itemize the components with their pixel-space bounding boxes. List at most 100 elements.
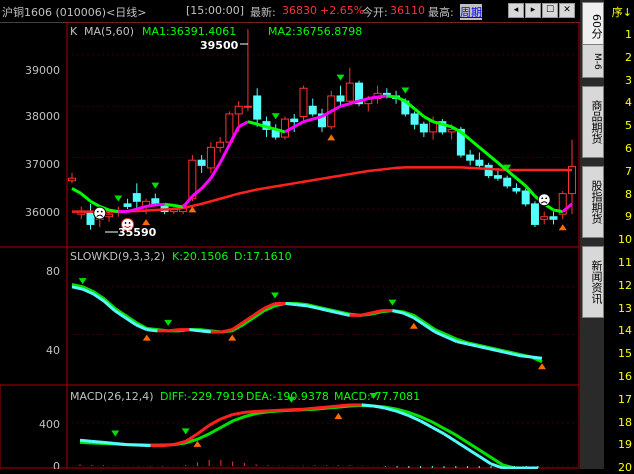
ma-short-segment (377, 94, 387, 99)
sequence-number: 7 (625, 164, 632, 178)
period-link[interactable]: 周期 (460, 4, 482, 20)
sequence-number: 3 (625, 73, 632, 87)
title-bar: 沪铜1606 (010006)<日线> [15:00:00] 最新: 36830… (0, 0, 580, 23)
open-label: 今开: (362, 6, 388, 19)
price-header-k: K (70, 25, 78, 38)
kd-sell-arrow-icon (270, 292, 279, 299)
macd-lines (79, 393, 538, 469)
macd-diff-segment (314, 405, 327, 410)
macd-diff-segment (267, 408, 280, 413)
sequence-number: 9 (625, 210, 632, 224)
ma-short-segment (200, 177, 213, 190)
kd-sell-arrow-icon (78, 278, 87, 285)
sequence-number: 19 (618, 438, 632, 452)
sell-arrow-icon (114, 195, 123, 202)
candle-body (290, 118, 299, 123)
macd-dea-line (79, 403, 538, 469)
quote-time: [15:00:00] (186, 4, 244, 17)
tab-60min[interactable]: 60分 (582, 2, 604, 50)
ma-short-segment (303, 117, 314, 124)
macd-diff-segment (361, 403, 374, 408)
candlestick-series (68, 29, 576, 230)
kd-k-segment (146, 328, 158, 333)
tab-60min-label: 60分 (590, 13, 603, 39)
kd-buy-arrow-icon (228, 334, 237, 341)
ma-short-segment (89, 200, 101, 208)
ma-short-segment (368, 95, 378, 101)
prev-icon[interactable]: ◂ (508, 3, 524, 18)
candle-body (86, 211, 95, 225)
ma-short-segment (173, 203, 184, 209)
ma-short-segment (136, 205, 147, 211)
buy-arrow-icon (558, 224, 567, 231)
price-gridlines (67, 54, 579, 210)
tab-commodity-futures[interactable]: 商品期货 (582, 86, 604, 158)
latest-label: 最新: (250, 6, 276, 19)
macd-diff-segment (138, 443, 151, 448)
macd-tick-label: 400 (39, 418, 60, 431)
ma2-value: MA2:36756.8798 (268, 25, 362, 38)
candle-body (308, 105, 317, 115)
next-icon[interactable]: ▸ (525, 3, 541, 18)
macd-diff-segment (79, 438, 92, 443)
ma1-value: MA1:36391.4061 (142, 25, 236, 38)
price-y-axis: 39000 38000 37000 36000 (25, 64, 60, 219)
tab-news[interactable]: 新闻资讯 (582, 246, 604, 318)
sequence-column: 序↓ 1 2 3 4 5 6 7 8 9 10 11 12 13 14 15 16 17 18 19 20 (604, 0, 634, 474)
kd-k-segment (531, 355, 543, 360)
macd-diff-segment (91, 439, 104, 444)
tab-index-futures[interactable]: 股指期货 (582, 166, 604, 238)
side-tab-bar: 60分 M-6 商品期货 股指期货 新闻资讯 (580, 0, 604, 469)
candle-body (216, 141, 225, 148)
macd-header: MACD(26,12,4) (70, 390, 154, 403)
price-tick-label: 36000 (25, 206, 60, 219)
candle-body (105, 213, 114, 218)
tab-m6[interactable]: M-6 (582, 44, 604, 78)
ma-short-segment (293, 120, 305, 129)
kd-k-value: K:20.1506 (172, 250, 228, 263)
kd-sell-arrow-icon (388, 299, 397, 306)
slowkd-lines (67, 278, 579, 370)
maximize-icon[interactable]: ☐ (542, 3, 558, 18)
macd-diff-segment (244, 409, 257, 414)
ma-short-segment (423, 115, 434, 123)
macd-diff-segment (279, 408, 292, 412)
sad-face-icon (537, 193, 551, 207)
close-icon[interactable]: ✕ (559, 3, 575, 18)
candle-body (253, 95, 262, 120)
macd-macd-value: MACD:-77.7081 (334, 390, 420, 403)
candle-body (540, 216, 549, 220)
sequence-number: 14 (618, 324, 632, 338)
ma-short-segment (164, 202, 175, 207)
macd-buy-arrow-icon (334, 413, 343, 419)
sequence-number: 20 (618, 461, 632, 474)
macd-sell-arrow-icon (111, 430, 120, 437)
buy-arrow-icon (142, 219, 151, 226)
macd-diff-segment (256, 409, 268, 413)
kd-buy-arrow-icon (409, 322, 418, 329)
kd-k-segment (167, 328, 179, 333)
candle-body (549, 216, 558, 220)
macd-diff-segment (220, 413, 234, 421)
price-panel-frame (66, 22, 580, 248)
candle-body (419, 123, 428, 133)
candle-body (512, 187, 521, 192)
candle-body (243, 105, 252, 108)
candle-body (68, 177, 76, 182)
macd-diff-segment (208, 417, 222, 427)
kd-tick-label: 40 (46, 344, 60, 357)
kd-k-segment (285, 301, 297, 307)
ma-short-segment (386, 94, 397, 99)
price-header-ma: MA(5,60) (84, 25, 134, 38)
low-annotation: 35590 (118, 226, 157, 239)
sequence-header[interactable]: 序↓ (604, 4, 634, 20)
price-tick-label: 39000 (25, 64, 60, 77)
macd-diff-segment (103, 440, 116, 445)
buy-arrow-icon (327, 134, 336, 141)
chart-canvas[interactable]: 39000 38000 37000 36000 80 40 400 0 K MA… (0, 22, 580, 469)
sell-arrow-icon (401, 87, 410, 94)
ma-short-segment (515, 177, 527, 188)
macd-diff-value: DIFF:-229.7919 (160, 390, 244, 403)
sequence-number: 5 (625, 119, 632, 133)
kd-k-segment (520, 354, 532, 359)
